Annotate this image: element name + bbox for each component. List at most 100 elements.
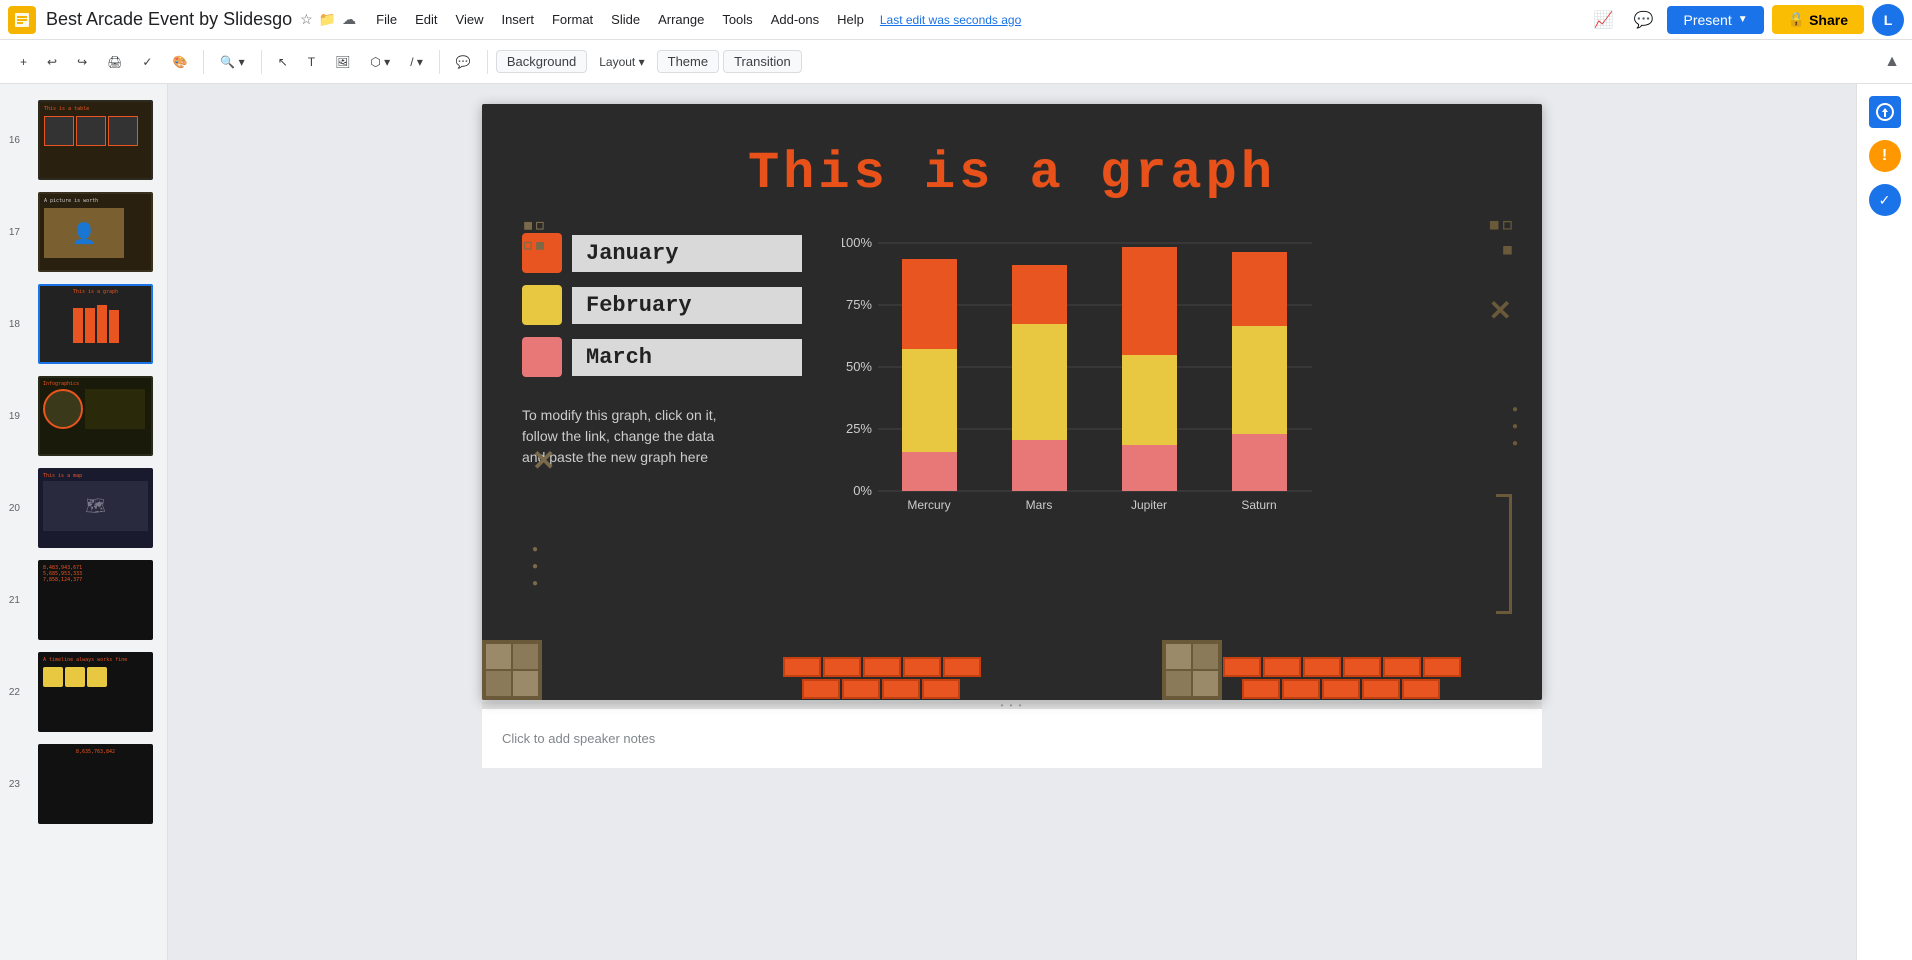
slide-canvas-area: ▪▫▫▪ ▪▫ ▪ ✕ ✕ ●●● ●●● This is a graph [168, 84, 1856, 960]
slide-thumb-22[interactable]: A timeline always works fine [38, 652, 153, 732]
app-logo [8, 6, 36, 34]
cloud-icon[interactable]: ☁ [342, 11, 356, 28]
share-button[interactable]: 🔒 Share [1772, 5, 1864, 34]
slide-num-20: 20 [0, 503, 20, 514]
speaker-notes[interactable]: Click to add speaker notes [482, 708, 1542, 768]
present-button[interactable]: Present ▼ [1667, 6, 1763, 34]
legend-color-february [522, 285, 562, 325]
menu-slide[interactable]: Slide [603, 8, 648, 31]
legend-item-march: March [522, 337, 802, 377]
chart-legend: January February March To modify this gr… [522, 233, 802, 468]
comment-btn[interactable]: 💬 [448, 51, 479, 73]
menu-tools[interactable]: Tools [714, 8, 760, 31]
menu-addons[interactable]: Add-ons [763, 8, 827, 31]
chart-modification-note: To modify this graph, click on it, follo… [522, 405, 802, 468]
textbox-btn[interactable]: T [300, 51, 323, 73]
transition-btn[interactable]: Transition [723, 50, 802, 73]
stone-block-left [482, 640, 542, 700]
zoom-btn[interactable]: 🔍 ▾ [212, 51, 252, 73]
bar-mercury-february [902, 349, 957, 452]
y-label-100: 100% [842, 235, 872, 250]
last-edit-status[interactable]: Last edit was seconds ago [880, 13, 1021, 27]
layout-btn[interactable]: Layout ▾ [591, 51, 652, 73]
bottom-decoration [482, 620, 1542, 700]
line-btn[interactable]: / ▾ [402, 51, 431, 73]
star-icon[interactable]: ☆ [300, 11, 313, 28]
slide-thumb-20[interactable]: This is a map 🗺 [38, 468, 153, 548]
y-label-25: 25% [846, 421, 872, 436]
avatar[interactable]: L [1872, 4, 1904, 36]
folder-icon[interactable]: 📁 [319, 11, 336, 28]
stone-block-middle [1162, 640, 1222, 700]
top-right-actions: 📈 💬 Present ▼ 🔒 Share L [1587, 4, 1904, 36]
doc-icon-group: ☆ 📁 ☁ [300, 11, 356, 28]
pixel-squares-tl: ▪▫▫▪ [522, 214, 546, 254]
bricks-section-2 [1222, 656, 1542, 700]
sep-1 [203, 50, 204, 74]
add-slide-btn[interactable]: + [12, 51, 35, 73]
menu-format[interactable]: Format [544, 8, 601, 31]
slide-num-19: 19 [0, 411, 20, 422]
dots-right: ●●● [1512, 404, 1518, 449]
menu-view[interactable]: View [448, 8, 492, 31]
bar-mercury-january [902, 259, 957, 349]
y-label-75: 75% [846, 297, 872, 312]
slide-num-21: 21 [0, 595, 20, 606]
right-panel-orange-btn[interactable]: ! [1869, 140, 1901, 172]
main-area: 16 This is a table 17 A picture is worth [0, 84, 1912, 960]
menu-arrange[interactable]: Arrange [650, 8, 712, 31]
dots-left: ●●● [532, 544, 538, 589]
slide-num-22: 22 [0, 687, 20, 698]
bar-jupiter-february [1122, 355, 1177, 445]
slide-thumb-18[interactable]: This is a graph [38, 284, 153, 364]
image-btn[interactable]: 🖼 [327, 51, 358, 73]
slide-body: January February March To modify this gr… [482, 223, 1542, 548]
bar-saturn-february [1232, 326, 1287, 434]
bar-saturn-march [1232, 434, 1287, 491]
x-mark-left: ✕ [532, 444, 555, 477]
slide-num-17: 17 [0, 227, 20, 238]
activity-icon[interactable]: 📈 [1587, 4, 1619, 36]
slide-thumb-16[interactable]: This is a table [38, 100, 153, 180]
menu-bar: Best Arcade Event by Slidesgo ☆ 📁 ☁ File… [0, 0, 1912, 40]
slide-thumb-21[interactable]: 8,483,943,671 5,685,953,333 7,858,124,37… [38, 560, 153, 640]
formatting-toolbar: + ↩ ↪ 🖨 ✓ 🎨 🔍 ▾ ↖ T 🖼 ⬡ ▾ / ▾ 💬 Backgrou… [0, 40, 1912, 84]
bar-jupiter-january [1122, 247, 1177, 355]
shapes-btn[interactable]: ⬡ ▾ [362, 51, 398, 73]
sep-2 [261, 50, 262, 74]
right-panel-explore-btn[interactable] [1869, 96, 1901, 128]
chart-svg: 100% 75% 50% 25% 0% [842, 233, 1322, 533]
background-btn[interactable]: Background [496, 50, 587, 73]
legend-label-february: February [572, 287, 802, 324]
menu-insert[interactable]: Insert [493, 8, 542, 31]
slide-num-23: 23 [0, 779, 20, 790]
document-title: Best Arcade Event by Slidesgo [46, 9, 292, 30]
slide-thumb-17[interactable]: A picture is worth 👤 [38, 192, 153, 272]
sep-3 [439, 50, 440, 74]
bricks-section-1 [782, 656, 1162, 700]
bar-saturn-january [1232, 252, 1287, 326]
slide-thumb-23[interactable]: 8,635,763,842 [38, 744, 153, 824]
spellcheck-btn[interactable]: ✓ [134, 51, 160, 73]
toolbar-collapse-btn[interactable]: ▲ [1884, 53, 1900, 71]
redo-btn[interactable]: ↪ [69, 51, 95, 73]
right-panel-blue-circle-btn[interactable]: ✓ [1869, 184, 1901, 216]
comments-icon[interactable]: 💬 [1627, 4, 1659, 36]
notes-placeholder: Click to add speaker notes [502, 731, 655, 746]
print-btn[interactable]: 🖨 [99, 51, 130, 73]
cursor-btn[interactable]: ↖ [270, 51, 296, 73]
bar-label-jupiter: Jupiter [1131, 498, 1167, 512]
legend-item-february: February [522, 285, 802, 325]
theme-btn[interactable]: Theme [657, 50, 719, 73]
slide-canvas[interactable]: ▪▫▫▪ ▪▫ ▪ ✕ ✕ ●●● ●●● This is a graph [482, 104, 1542, 700]
menu-file[interactable]: File [368, 8, 405, 31]
menu-edit[interactable]: Edit [407, 8, 445, 31]
paint-format-btn[interactable]: 🎨 [164, 51, 195, 73]
slide-thumb-19[interactable]: Infographics [38, 376, 153, 456]
menu-help[interactable]: Help [829, 8, 872, 31]
y-label-50: 50% [846, 359, 872, 374]
undo-btn[interactable]: ↩ [39, 51, 65, 73]
slide-num-18: 18 [0, 319, 20, 330]
y-label-0: 0% [853, 483, 872, 498]
slides-panel: 16 This is a table 17 A picture is worth [0, 84, 168, 960]
